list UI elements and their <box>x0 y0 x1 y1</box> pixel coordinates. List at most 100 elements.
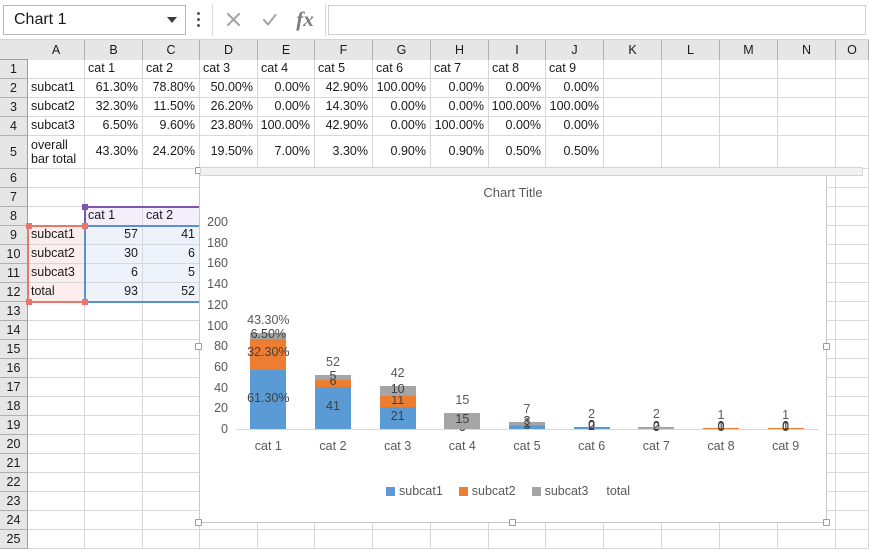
cell-I4[interactable]: 0.00% <box>489 117 546 136</box>
cell-B4[interactable]: 6.50% <box>85 117 143 136</box>
cell-B16[interactable] <box>85 359 143 378</box>
cell-C1[interactable]: cat 2 <box>143 60 200 79</box>
row-header-9[interactable]: 9 <box>0 226 28 245</box>
cancel-x-icon[interactable] <box>215 5 251 35</box>
cell-B21[interactable] <box>85 454 143 473</box>
cell-F5[interactable]: 3.30% <box>315 136 373 169</box>
cell-L2[interactable] <box>662 79 720 98</box>
cell-B19[interactable] <box>85 416 143 435</box>
cell-C5[interactable]: 24.20% <box>143 136 200 169</box>
cell-A16[interactable] <box>28 359 85 378</box>
cell-N1[interactable] <box>778 60 836 79</box>
cell-E4[interactable]: 100.00% <box>258 117 315 136</box>
cell-A4[interactable]: subcat3 <box>28 117 85 136</box>
cell-A25[interactable] <box>28 530 85 549</box>
column-header-i[interactable]: I <box>489 40 546 60</box>
cell-B11[interactable]: 6 <box>85 264 143 283</box>
column-header-o[interactable]: O <box>836 40 869 60</box>
range-handle-labels-bl[interactable] <box>26 299 32 305</box>
cell-A10[interactable]: subcat2 <box>28 245 85 264</box>
cell-J5[interactable]: 0.50% <box>546 136 604 169</box>
cell-K4[interactable] <box>604 117 662 136</box>
cell-C25[interactable] <box>143 530 200 549</box>
cell-A24[interactable] <box>28 511 85 530</box>
row-header-12[interactable]: 12 <box>0 283 28 302</box>
cell-F3[interactable]: 14.30% <box>315 98 373 117</box>
cell-B25[interactable] <box>85 530 143 549</box>
row-header-10[interactable]: 10 <box>0 245 28 264</box>
cell-B22[interactable] <box>85 473 143 492</box>
cell-E3[interactable]: 0.00% <box>258 98 315 117</box>
row-header-16[interactable]: 16 <box>0 359 28 378</box>
cell-F4[interactable]: 42.90% <box>315 117 373 136</box>
cell-K25[interactable] <box>604 530 662 549</box>
confirm-check-icon[interactable] <box>251 5 287 35</box>
chart-handle-ml[interactable] <box>195 343 202 350</box>
fx-insert-function-icon[interactable]: fx <box>287 5 323 35</box>
cell-O23[interactable] <box>836 492 869 511</box>
cell-H2[interactable]: 0.00% <box>431 79 489 98</box>
range-handle-labels-tr[interactable] <box>82 223 88 229</box>
cell-L1[interactable] <box>662 60 720 79</box>
row-header-5[interactable]: 5 <box>0 136 28 169</box>
cell-O9[interactable] <box>836 226 869 245</box>
spreadsheet-grid[interactable]: ABCDEFGHIJKLMNO 1 2 3 4 5 6 7 8 9 10 11 12 13 14 15 16 1… <box>0 40 869 552</box>
column-header-f[interactable]: F <box>315 40 373 60</box>
cell-C20[interactable] <box>143 435 200 454</box>
cell-A13[interactable] <box>28 302 85 321</box>
cell-D1[interactable]: cat 3 <box>200 60 258 79</box>
chart-object[interactable]: Chart Title 0 20 40 60 80 100 120 140 160 180 200 6… <box>199 171 827 523</box>
column-header-j[interactable]: J <box>546 40 604 60</box>
cell-O15[interactable] <box>836 340 869 359</box>
cell-O22[interactable] <box>836 473 869 492</box>
cell-L5[interactable] <box>662 136 720 169</box>
row-header-21[interactable]: 21 <box>0 454 28 473</box>
cell-J25[interactable] <box>546 530 604 549</box>
horizontal-scrollbar[interactable] <box>200 167 863 176</box>
cell-M5[interactable] <box>720 136 778 169</box>
cell-E5[interactable]: 7.00% <box>258 136 315 169</box>
cell-A2[interactable]: subcat1 <box>28 79 85 98</box>
cell-C21[interactable] <box>143 454 200 473</box>
cell-B13[interactable] <box>85 302 143 321</box>
cell-M3[interactable] <box>720 98 778 117</box>
cell-D5[interactable]: 19.50% <box>200 136 258 169</box>
cell-C2[interactable]: 78.80% <box>143 79 200 98</box>
row-header-8[interactable]: 8 <box>0 207 28 226</box>
row-header-14[interactable]: 14 <box>0 321 28 340</box>
cell-A17[interactable] <box>28 378 85 397</box>
cell-J3[interactable]: 100.00% <box>546 98 604 117</box>
cell-B5[interactable]: 43.30% <box>85 136 143 169</box>
cell-K5[interactable] <box>604 136 662 169</box>
cell-D3[interactable]: 26.20% <box>200 98 258 117</box>
cell-O25[interactable] <box>836 530 869 549</box>
cell-F25[interactable] <box>315 530 373 549</box>
cell-J2[interactable]: 0.00% <box>546 79 604 98</box>
cell-A7[interactable] <box>28 188 85 207</box>
cell-B24[interactable] <box>85 511 143 530</box>
cell-A5[interactable]: overall bar total <box>28 136 85 169</box>
chart-legend[interactable]: subcat1 subcat2 subcat3 total <box>200 484 826 498</box>
column-header-b[interactable]: B <box>85 40 143 60</box>
cell-A14[interactable] <box>28 321 85 340</box>
cell-O7[interactable] <box>836 188 869 207</box>
cell-L4[interactable] <box>662 117 720 136</box>
cell-N5[interactable] <box>778 136 836 169</box>
cell-A11[interactable]: subcat3 <box>28 264 85 283</box>
cell-I3[interactable]: 100.00% <box>489 98 546 117</box>
column-header-k[interactable]: K <box>604 40 662 60</box>
cell-E1[interactable]: cat 4 <box>258 60 315 79</box>
cell-N3[interactable] <box>778 98 836 117</box>
row-header-23[interactable]: 23 <box>0 492 28 511</box>
column-header-c[interactable]: C <box>143 40 200 60</box>
cell-M1[interactable] <box>720 60 778 79</box>
column-header-g[interactable]: G <box>373 40 431 60</box>
row-header-19[interactable]: 19 <box>0 416 28 435</box>
chart-handle-br[interactable] <box>823 519 830 526</box>
cell-A1[interactable] <box>28 60 85 79</box>
row-header-7[interactable]: 7 <box>0 188 28 207</box>
cell-A6[interactable] <box>28 169 85 188</box>
column-header-m[interactable]: M <box>720 40 778 60</box>
cell-A20[interactable] <box>28 435 85 454</box>
cell-B20[interactable] <box>85 435 143 454</box>
